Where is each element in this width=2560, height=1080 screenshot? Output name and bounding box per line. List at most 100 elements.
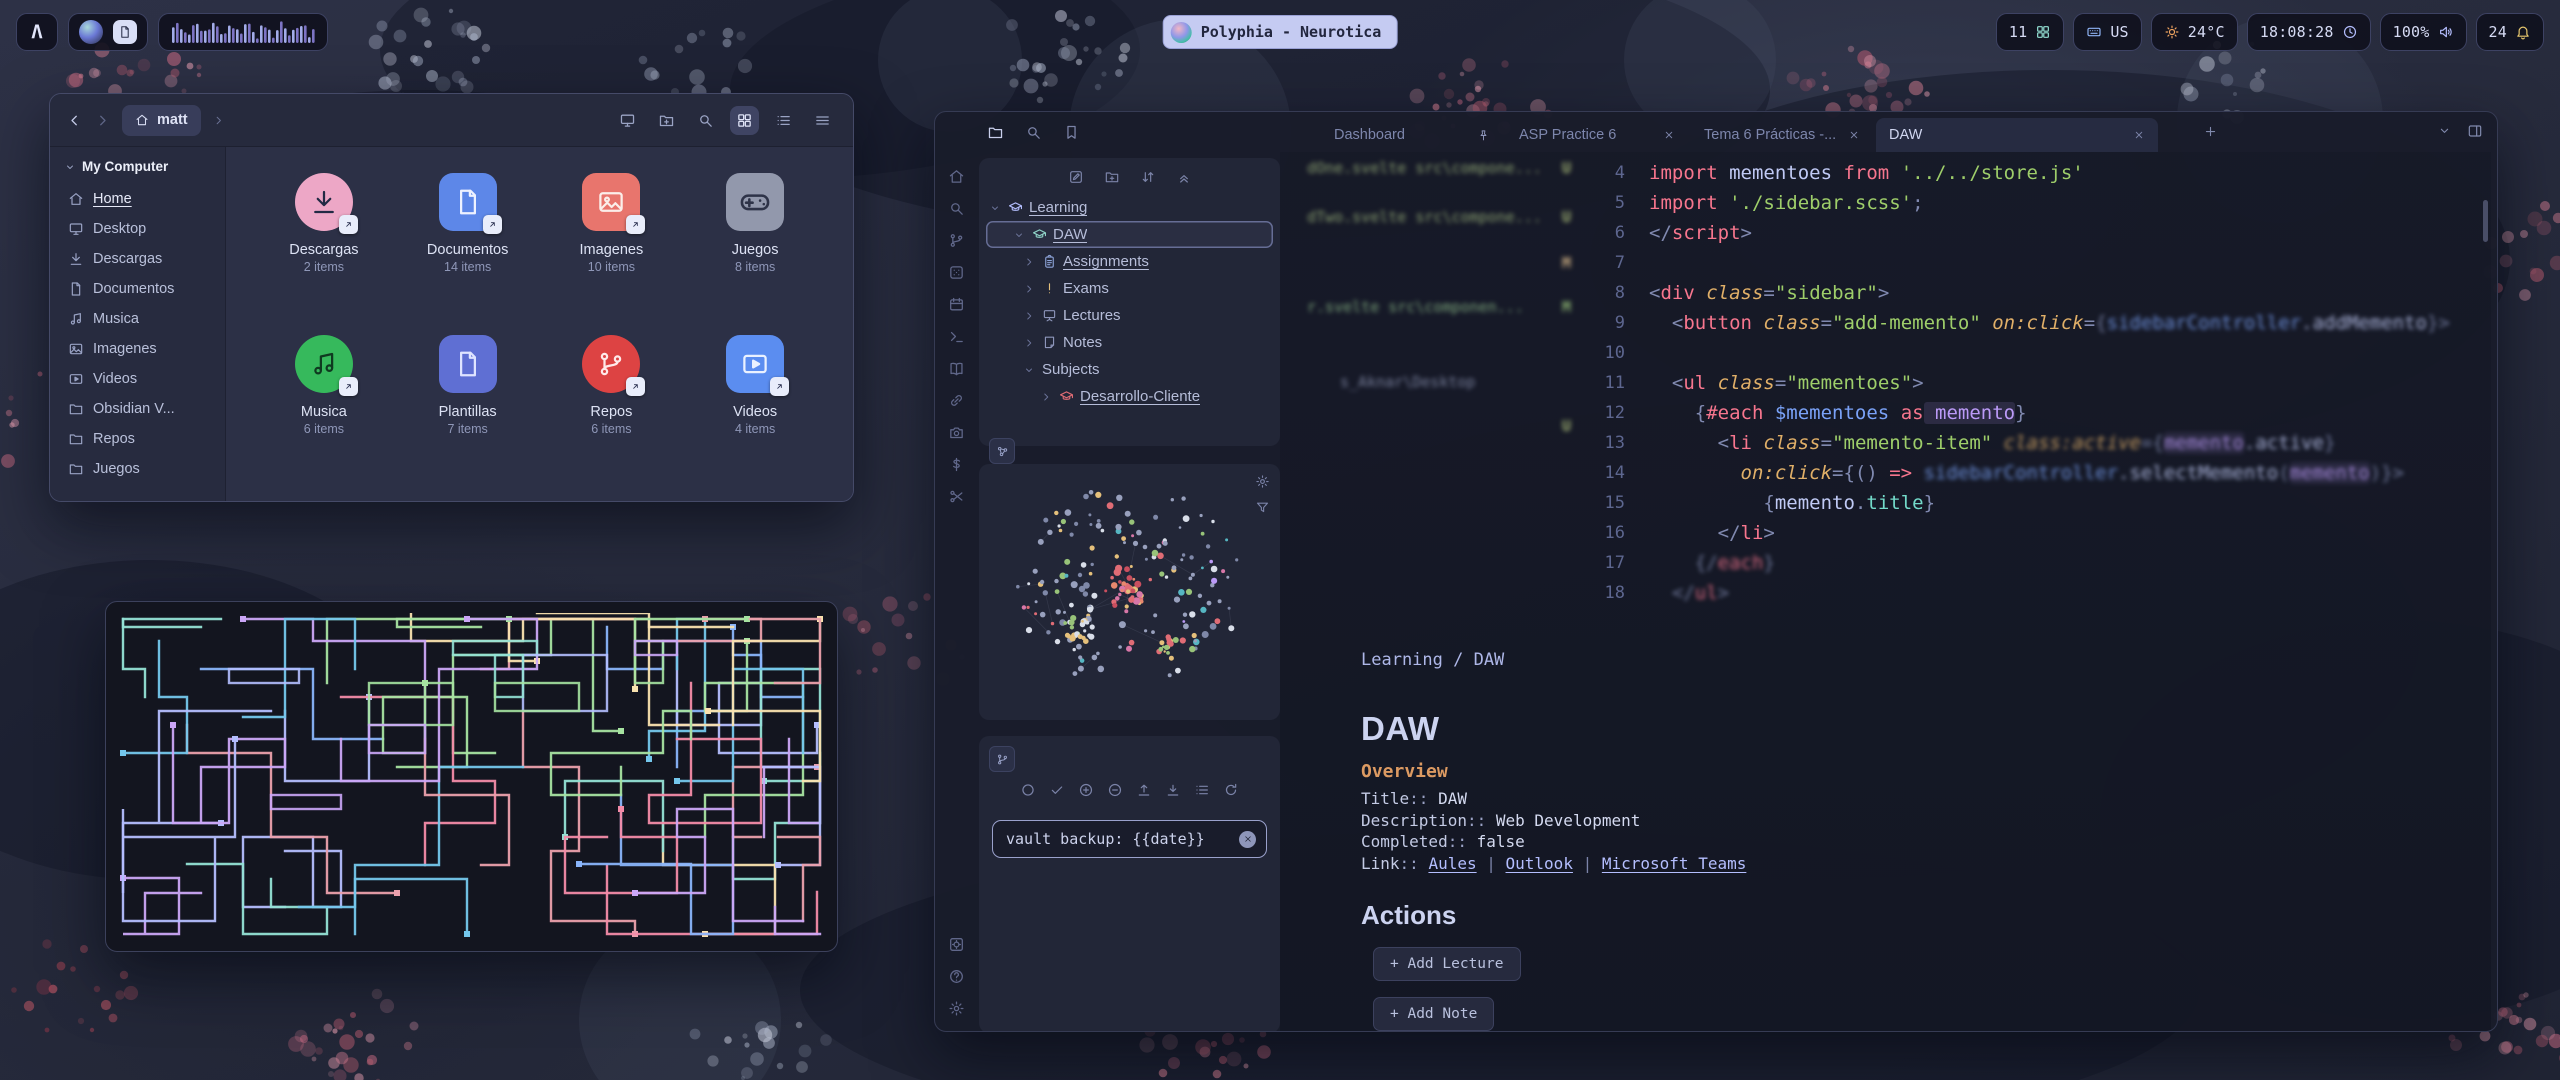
- commit-message-input[interactable]: vault backup: {{date}}: [992, 820, 1267, 858]
- search-tab[interactable]: [1025, 124, 1042, 141]
- sidebar-item-imagenes[interactable]: Imagenes: [58, 334, 217, 364]
- new-folder-button[interactable]: [1104, 169, 1120, 185]
- menu-button[interactable]: [808, 106, 837, 135]
- note-breadcrumb[interactable]: Learning / DAW: [1361, 650, 2341, 670]
- ribbon-calendar-button[interactable]: [948, 296, 965, 313]
- ribbon-search-button[interactable]: [948, 200, 965, 217]
- search-button[interactable]: [691, 106, 720, 135]
- ribbon-camera-button[interactable]: [948, 424, 965, 441]
- close-tab-icon[interactable]: [1663, 129, 1675, 141]
- sidebar-item-videos[interactable]: Videos: [58, 364, 217, 394]
- folder-descargas[interactable]: Descargas2 items: [252, 161, 396, 315]
- explorer-item-notes[interactable]: Notes: [979, 329, 1280, 356]
- folder-documentos[interactable]: Documentos14 items: [396, 161, 540, 315]
- folder-videos[interactable]: Videos4 items: [683, 323, 827, 477]
- ribbon-terminal-button[interactable]: [948, 328, 965, 345]
- ribbon-gear-button[interactable]: [948, 1000, 965, 1017]
- ribbon-dollar-button[interactable]: [948, 456, 965, 473]
- launcher-button[interactable]: Λ: [16, 13, 58, 51]
- graph-view[interactable]: [979, 464, 1280, 720]
- clear-input-icon[interactable]: [1239, 831, 1256, 848]
- link-outlook[interactable]: Outlook: [1506, 854, 1573, 873]
- tab-list-button[interactable]: [2437, 123, 2452, 139]
- unstage-all-button[interactable]: [1107, 782, 1123, 798]
- window-count-module[interactable]: 11: [1996, 13, 2064, 51]
- explorer-item-lectures[interactable]: Lectures: [979, 302, 1280, 329]
- sidebar-item-desktop[interactable]: Desktop: [58, 214, 217, 244]
- open-terminal-button[interactable]: [613, 106, 642, 135]
- files-tab[interactable]: [987, 124, 1004, 141]
- ribbon-help-button[interactable]: [948, 968, 965, 985]
- sidebar-item-home[interactable]: Home: [58, 184, 217, 214]
- now-playing-widget[interactable]: Polyphia - Neurotica: [1163, 15, 1398, 49]
- change-layout-button[interactable]: [1194, 782, 1210, 798]
- tab-dashboard[interactable]: Dashboard: [1321, 118, 1503, 152]
- app-icon-swirl[interactable]: [79, 20, 103, 44]
- tab-daw[interactable]: DAW: [1876, 118, 2158, 152]
- new-tab-button[interactable]: [2203, 124, 2218, 139]
- new-folder-button[interactable]: [652, 106, 681, 135]
- graph-settings-button[interactable]: [1255, 474, 1270, 489]
- graph-filter-button[interactable]: [1255, 500, 1270, 515]
- graph-panel-badge[interactable]: [989, 438, 1015, 464]
- sidebar-item-descargas[interactable]: Descargas: [58, 244, 217, 274]
- link-aules[interactable]: Aules: [1428, 854, 1476, 873]
- backup-button[interactable]: [1020, 782, 1036, 798]
- sidebar-header[interactable]: My Computer: [58, 157, 217, 184]
- app-icon-notes[interactable]: [113, 20, 137, 44]
- pull-button[interactable]: [1165, 782, 1181, 798]
- close-tab-icon[interactable]: [2133, 129, 2145, 141]
- ribbon-vault-button[interactable]: [948, 936, 965, 953]
- breadcrumb[interactable]: matt: [122, 105, 201, 136]
- ribbon-book-button[interactable]: [948, 360, 965, 377]
- add-lecture-button[interactable]: + Add Lecture: [1373, 947, 1521, 981]
- ribbon-git-branch-button[interactable]: [948, 232, 965, 249]
- toggle-right-sidebar-button[interactable]: [2467, 123, 2483, 139]
- collapse-all-button[interactable]: [1176, 169, 1192, 185]
- sidebar-item-obsidian-v[interactable]: Obsidian V...: [58, 394, 217, 424]
- explorer-item-desarrollo-cliente[interactable]: Desarrollo-Cliente: [979, 383, 1280, 410]
- ribbon-scissors-button[interactable]: [948, 488, 965, 505]
- sidebar-item-musica[interactable]: Musica: [58, 304, 217, 334]
- grid-view-button[interactable]: [730, 106, 759, 135]
- explorer-item-assignments[interactable]: Assignments: [979, 248, 1280, 275]
- bookmarks-tab[interactable]: [1063, 124, 1080, 141]
- notifications-module[interactable]: 24: [2476, 13, 2544, 51]
- refresh-button[interactable]: [1223, 782, 1239, 798]
- sidebar-item-documentos[interactable]: Documentos: [58, 274, 217, 304]
- tab-asp-practice-6[interactable]: ASP Practice 6: [1506, 118, 1688, 152]
- explorer-item-daw[interactable]: DAW: [986, 221, 1273, 248]
- add-note-button[interactable]: + Add Note: [1373, 997, 1494, 1031]
- explorer-item-learning[interactable]: Learning: [979, 194, 1280, 221]
- ribbon-home-button[interactable]: [948, 168, 965, 185]
- sidebar-item-juegos[interactable]: Juegos: [58, 454, 217, 484]
- folder-repos[interactable]: Repos6 items: [540, 323, 684, 477]
- link-microsoft-teams[interactable]: Microsoft Teams: [1602, 854, 1747, 873]
- keyboard-layout-module[interactable]: US: [2073, 13, 2141, 51]
- explorer-item-exams[interactable]: Exams: [979, 275, 1280, 302]
- folder-plantillas[interactable]: Plantillas7 items: [396, 323, 540, 477]
- close-tab-icon[interactable]: [1848, 129, 1860, 141]
- forward-button[interactable]: [94, 112, 111, 129]
- sort-order-button[interactable]: [1140, 169, 1156, 185]
- push-button[interactable]: [1136, 782, 1152, 798]
- tab-tema-6-pr-cticas[interactable]: Tema 6 Prácticas -...: [1691, 118, 1873, 152]
- stage-all-button[interactable]: [1078, 782, 1094, 798]
- volume-module[interactable]: 100%: [2380, 13, 2467, 51]
- folder-musica[interactable]: Musica6 items: [252, 323, 396, 477]
- sidebar-item-repos[interactable]: Repos: [58, 424, 217, 454]
- explorer-item-subjects[interactable]: Subjects: [979, 356, 1280, 383]
- ribbon-dice-button[interactable]: [948, 264, 965, 281]
- folder-imagenes[interactable]: Imagenes10 items: [540, 161, 684, 315]
- git-panel-badge[interactable]: [989, 746, 1015, 772]
- ribbon-link-button[interactable]: [948, 392, 965, 409]
- back-button[interactable]: [66, 112, 83, 129]
- folder-juegos[interactable]: Juegos8 items: [683, 161, 827, 315]
- arrow-ur-icon: [487, 219, 498, 230]
- new-note-button[interactable]: [1068, 169, 1084, 185]
- weather-module[interactable]: 24°C: [2151, 13, 2238, 51]
- commit-button[interactable]: [1049, 782, 1065, 798]
- scrollbar[interactable]: [2483, 200, 2488, 242]
- clock-module[interactable]: 18:08:28: [2247, 13, 2371, 51]
- list-view-button[interactable]: [769, 106, 798, 135]
